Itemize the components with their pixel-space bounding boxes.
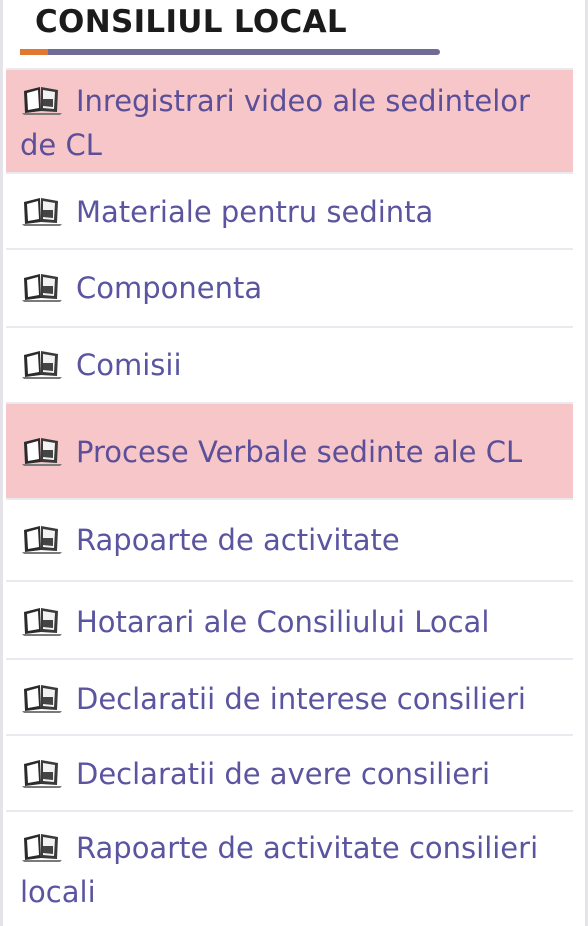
menu-item-rapoarte-activitate[interactable]: Rapoarte de activitate <box>6 498 573 580</box>
book-icon <box>20 681 64 713</box>
menu-item-label: Componenta <box>76 271 263 305</box>
menu-item-rapoarte-consilieri[interactable]: Rapoarte de activitate consilieri locali <box>6 810 573 914</box>
menu-item-label: Materiale pentru sedinta <box>76 195 434 229</box>
book-icon <box>20 434 64 466</box>
book-icon <box>20 194 64 226</box>
menu-item-label: Declaratii de avere consilieri <box>76 757 491 791</box>
menu-item-label: Inregistrari video ale sedintelor de CL <box>20 84 530 162</box>
menu-item-hotarari[interactable]: Hotarari ale Consiliului Local <box>6 580 573 658</box>
menu-item-comisii[interactable]: Comisii <box>6 326 573 402</box>
book-icon <box>20 522 64 554</box>
menu-item-declaratii-interese[interactable]: Declaratii de interese consilieri <box>6 658 573 734</box>
menu-item-inregistrari-video[interactable]: Inregistrari video ale sedintelor de CL <box>6 68 573 172</box>
menu-item-declaratii-avere[interactable]: Declaratii de avere consilieri <box>6 734 573 810</box>
book-icon <box>20 347 64 379</box>
menu-item-label: Procese Verbale sedinte ale CL <box>76 435 523 469</box>
menu-item-label: Rapoarte de activitate <box>76 523 400 557</box>
section-title-underline <box>20 49 440 55</box>
menu-item-label: Declaratii de interese consilieri <box>76 682 526 716</box>
menu-item-procese-verbale[interactable]: Procese Verbale sedinte ale CL <box>6 402 573 498</box>
book-icon <box>20 756 64 788</box>
book-icon <box>20 830 64 862</box>
menu-item-label: Rapoarte de activitate consilieri locali <box>20 831 539 909</box>
menu-item-materiale-sedinta[interactable]: Materiale pentru sedinta <box>6 172 573 248</box>
consiliul-local-menu: Inregistrari video ale sedintelor de CL … <box>6 68 573 914</box>
menu-item-label: Comisii <box>76 348 182 382</box>
consiliul-local-panel: CONSILIUL LOCAL Inregistrari video ale s… <box>0 0 588 926</box>
book-icon <box>20 83 64 115</box>
book-icon <box>20 604 64 636</box>
section-title: CONSILIUL LOCAL <box>35 4 347 40</box>
menu-item-label: Hotarari ale Consiliului Local <box>76 605 490 639</box>
menu-item-componenta[interactable]: Componenta <box>6 248 573 326</box>
book-icon <box>20 270 64 302</box>
